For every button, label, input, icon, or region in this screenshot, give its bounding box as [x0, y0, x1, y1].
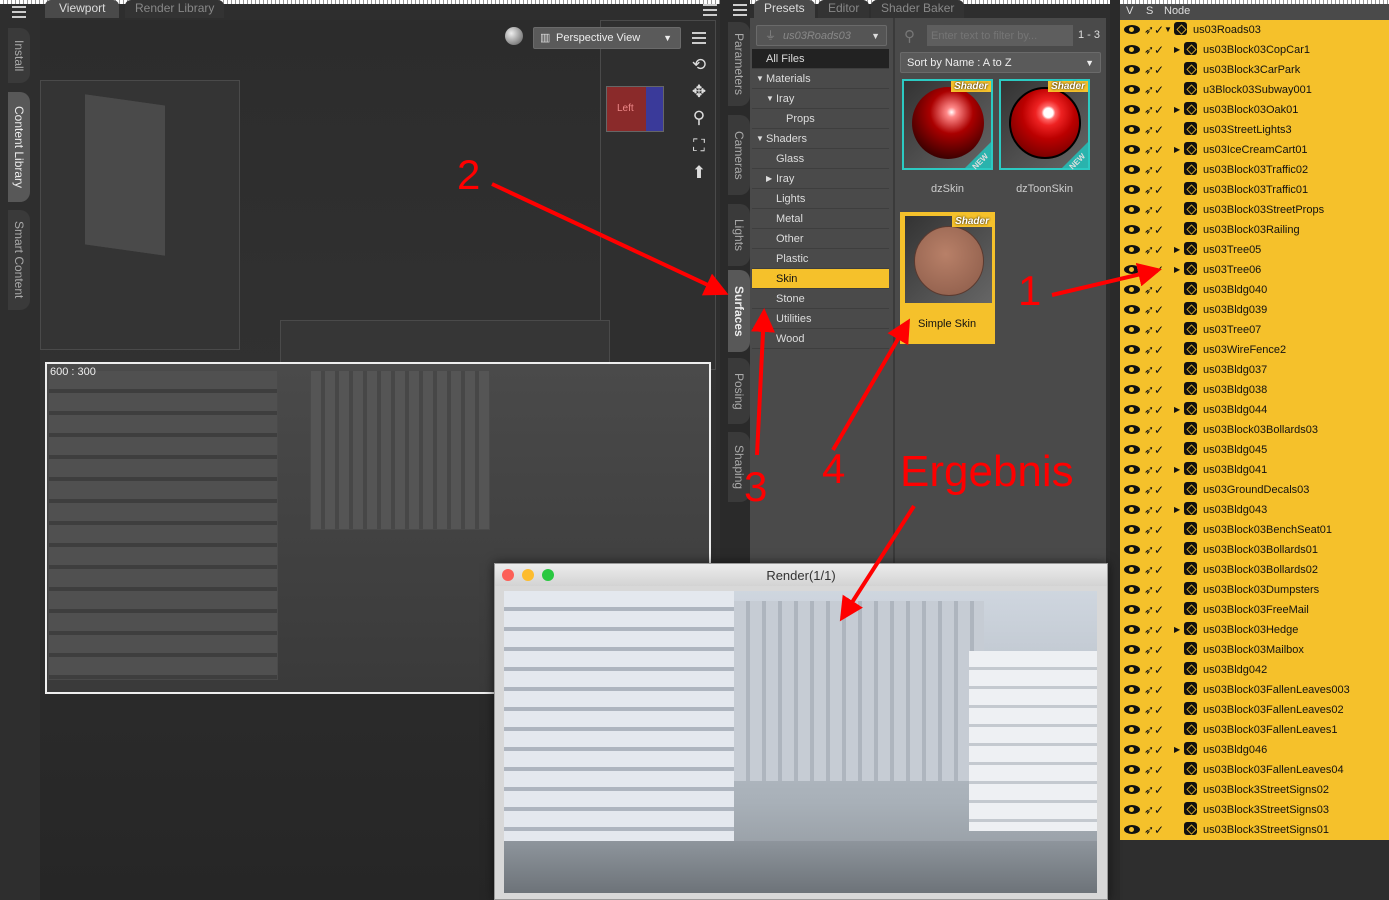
annotation-arrows: [491, 182, 1162, 622]
arrow-result: [839, 504, 916, 622]
arrow-3: [751, 308, 776, 456]
annotation-2: 2: [457, 151, 481, 198]
annotation-1: 1: [1018, 267, 1042, 314]
arrow-2: [491, 182, 729, 296]
annotation-result: Ergebnis: [900, 447, 1074, 496]
arrow-1: [1051, 262, 1162, 297]
annotation-4: 4: [822, 445, 846, 492]
arrow-4: [831, 318, 911, 452]
annotation-3: 3: [744, 463, 768, 510]
